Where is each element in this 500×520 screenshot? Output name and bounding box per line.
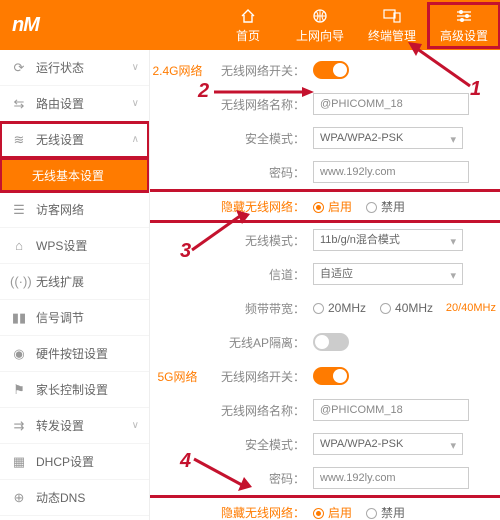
wifi-24-switch[interactable] [313, 61, 349, 79]
switch-label: 无线网络开关： [205, 62, 313, 79]
security-label: 安全模式： [205, 130, 313, 147]
bandwidth-label: 频带带宽： [205, 300, 313, 317]
route-icon: ⇆ [10, 96, 28, 112]
mode-24-select[interactable]: 11b/g/n混合模式 [313, 229, 463, 251]
top-nav: 首页 上网向导 终端管理 高级设置 [212, 3, 500, 48]
sidebar-item-forward[interactable]: ⇉ 转发设置 ∨ [0, 408, 149, 444]
isolation-24-switch[interactable] [313, 333, 349, 351]
sidebar-item-wireless[interactable]: ≋ 无线设置 ∧ [0, 122, 149, 158]
guest-icon: ☰ [10, 202, 28, 218]
flag-icon: ⚑ [10, 382, 28, 398]
sidebar-item-hwbutton[interactable]: ◉ 硬件按钮设置 [0, 336, 149, 372]
sidebar-item-guest[interactable]: ☰ 访客网络 [0, 192, 149, 228]
password-5-input[interactable] [313, 467, 469, 489]
devices-icon [356, 7, 428, 25]
ssid-label: 无线网络名称： [205, 96, 313, 113]
sidebar-label: WPS设置 [36, 237, 87, 254]
hide-24-disable-radio[interactable]: 禁用 [366, 198, 405, 215]
nav-home[interactable]: 首页 [212, 3, 284, 48]
globe-icon [284, 7, 356, 25]
password-24-input[interactable] [313, 161, 469, 183]
band-24-label: 2.4G网络 [150, 62, 205, 79]
nav-advanced[interactable]: 高级设置 [428, 3, 500, 48]
sidebar-label: 动态DNS [36, 489, 85, 506]
hide-5-enable-radio[interactable]: 启用 [313, 504, 352, 520]
password-label: 密码： [205, 164, 313, 181]
sidebar-label: 无线设置 [36, 131, 84, 148]
sidebar-item-parental[interactable]: ⚑ 家长控制设置 [0, 372, 149, 408]
button-icon: ◉ [10, 346, 28, 362]
sidebar-label: 硬件按钮设置 [36, 345, 108, 362]
security-label: 安全模式： [205, 436, 313, 453]
sidebar-label: 运行状态 [36, 59, 84, 76]
switch-label: 无线网络开关： [205, 368, 313, 385]
bw-hint: 20/40MHz [446, 302, 496, 314]
wifi-5-switch[interactable] [313, 367, 349, 385]
chevron-down-icon: ∨ [132, 62, 139, 73]
sidebar-item-route[interactable]: ⇆ 路由设置 ∨ [0, 86, 149, 122]
status-icon: ⟳ [10, 60, 28, 76]
hide-5-disable-radio[interactable]: 禁用 [366, 504, 405, 520]
ssid-24-input[interactable] [313, 93, 469, 115]
dhcp-icon: ▦ [10, 454, 28, 470]
channel-24-select[interactable]: 自适应 [313, 263, 463, 285]
sidebar-item-extend[interactable]: ((·)) 无线扩展 [0, 264, 149, 300]
channel-label: 信道： [205, 266, 313, 283]
home-icon [212, 7, 284, 25]
signal-icon: ▮▮ [10, 310, 28, 326]
extend-icon: ((·)) [10, 274, 28, 289]
nav-devices-label: 终端管理 [356, 27, 428, 44]
bw-40-radio[interactable]: 40MHz [380, 301, 433, 315]
band-5-label: 5G网络 [150, 368, 205, 385]
annotation-4: 4 [180, 450, 191, 473]
sidebar-item-signal[interactable]: ▮▮ 信号调节 [0, 300, 149, 336]
ddns-icon: ⊕ [10, 490, 28, 506]
bw-20-radio[interactable]: 20MHz [313, 301, 366, 315]
annotation-2: 2 [198, 80, 209, 103]
nav-wizard[interactable]: 上网向导 [284, 3, 356, 48]
sliders-icon [428, 7, 500, 25]
sidebar-label: 信号调节 [36, 309, 84, 326]
chevron-up-icon: ∧ [132, 134, 139, 145]
brand-logo: nM [0, 14, 51, 37]
content-panel: 2.4G网络无线网络开关： .无线网络名称： .安全模式：WPA/WPA2-PS… [150, 50, 500, 520]
sidebar-label: 转发设置 [36, 417, 84, 434]
sidebar-item-security[interactable]: ⚿安全设置∨ [0, 516, 149, 520]
sidebar-label: 无线扩展 [36, 273, 84, 290]
wifi-icon: ≋ [10, 132, 28, 148]
sidebar-item-dhcp[interactable]: ▦ DHCP设置 [0, 444, 149, 480]
sidebar-label: 路由设置 [36, 95, 84, 112]
chevron-down-icon: ∨ [132, 98, 139, 109]
nav-advanced-label: 高级设置 [428, 27, 500, 44]
sidebar-sub-wireless-basic[interactable]: 无线基本设置 [0, 158, 149, 192]
annotation-3: 3 [180, 240, 191, 263]
ssid-5-input[interactable] [313, 399, 469, 421]
sidebar-sub-label: 无线基本设置 [32, 167, 104, 184]
hide-5-row: .隐藏无线网络： 启用 禁用 [150, 498, 500, 520]
sidebar-label: DHCP设置 [36, 453, 94, 470]
wps-icon: ⌂ [10, 238, 28, 253]
security-5-select[interactable]: WPA/WPA2-PSK [313, 433, 463, 455]
sidebar-label: 家长控制设置 [36, 381, 108, 398]
security-24-select[interactable]: WPA/WPA2-PSK [313, 127, 463, 149]
forward-icon: ⇉ [10, 418, 28, 434]
sidebar-item-status[interactable]: ⟳ 运行状态 ∨ [0, 50, 149, 86]
nav-home-label: 首页 [212, 27, 284, 44]
sidebar-label: 访客网络 [36, 201, 84, 218]
nav-wizard-label: 上网向导 [284, 27, 356, 44]
ssid-label: 无线网络名称： [205, 402, 313, 419]
hide-label: 隐藏无线网络： [205, 504, 313, 520]
nav-devices[interactable]: 终端管理 [356, 3, 428, 48]
sidebar-item-ddns[interactable]: ⊕ 动态DNS [0, 480, 149, 516]
sidebar: ⟳ 运行状态 ∨ ⇆ 路由设置 ∨ ≋ 无线设置 ∧ 无线基本设置 ☰ 访客网络 ⌂ WPS设置… [0, 50, 150, 520]
sidebar-item-wps[interactable]: ⌂ WPS设置 [0, 228, 149, 264]
annotation-1: 1 [470, 78, 481, 101]
chevron-down-icon: ∨ [132, 420, 139, 431]
isolation-label: 无线AP隔离： [205, 334, 313, 351]
hide-24-enable-radio[interactable]: 启用 [313, 198, 352, 215]
